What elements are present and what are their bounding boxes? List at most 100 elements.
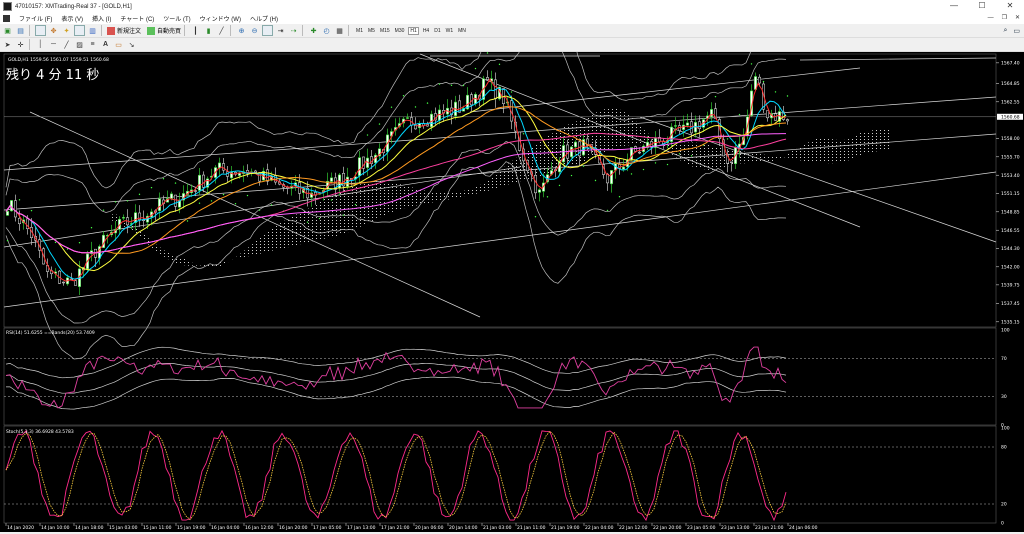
candle-body bbox=[254, 170, 258, 173]
candle-body bbox=[10, 200, 14, 212]
strategy-tester-icon[interactable]: ▥ bbox=[87, 25, 98, 36]
zoom-in-icon[interactable]: ⊕ bbox=[236, 25, 247, 36]
sar-dot bbox=[450, 84, 453, 87]
arrows-icon[interactable]: ↘ bbox=[126, 39, 137, 50]
chart-header: GOLD,H1 1559.56 1561.07 1559.51 1560.68 bbox=[8, 57, 109, 63]
timeframe-d1[interactable]: D1 bbox=[433, 28, 441, 34]
sar-dot bbox=[786, 95, 789, 97]
time-tick-label: 15 Jan 03:00 bbox=[109, 525, 138, 531]
candle-body bbox=[685, 122, 689, 126]
sar-dot bbox=[654, 162, 657, 164]
channel-icon[interactable]: ▨ bbox=[74, 39, 85, 50]
menu-window[interactable]: ウィンドウ (W) bbox=[200, 14, 241, 23]
time-tick-label: 15 Jan 19:00 bbox=[177, 525, 206, 531]
menu-view[interactable]: 表示 (V) bbox=[61, 14, 83, 23]
candle-body bbox=[757, 76, 761, 84]
candle-body bbox=[533, 175, 537, 194]
app-icon bbox=[3, 2, 12, 11]
candle-body bbox=[158, 198, 162, 211]
menu-chart[interactable]: チャート (C) bbox=[120, 14, 154, 23]
data-window-icon[interactable]: ✥ bbox=[48, 25, 59, 36]
standard-toolbar: ▣ ▤ ✥ ✦ ▥ 新規注文 自動売買 ┃ ▮ ╱ ⊕ ⊖ ⇥ ⇢ ✚ ◴ ▦ … bbox=[0, 24, 1024, 38]
menu-file[interactable]: ファイル (F) bbox=[19, 14, 52, 23]
auto-scroll-icon[interactable]: ⇢ bbox=[288, 25, 299, 36]
tile-windows-icon[interactable] bbox=[262, 25, 274, 36]
text-tool-icon[interactable]: A bbox=[100, 39, 111, 50]
horizontal-line-icon[interactable]: ─ bbox=[48, 39, 59, 50]
sar-dot bbox=[102, 209, 105, 211]
periods-icon[interactable]: ◴ bbox=[321, 25, 332, 36]
trendline-icon[interactable]: ╱ bbox=[61, 39, 72, 50]
new-chart-icon[interactable]: ▣ bbox=[2, 25, 13, 36]
vertical-line-icon[interactable]: │ bbox=[35, 39, 46, 50]
mdi-restore-button[interactable]: ❐ bbox=[1002, 13, 1007, 24]
price-tick-label: 1567.40 bbox=[1001, 60, 1020, 66]
sar-dot bbox=[426, 102, 429, 104]
fibonacci-icon[interactable]: ≡ bbox=[87, 39, 98, 50]
timeframe-h1[interactable]: H1 bbox=[408, 26, 419, 35]
timeframe-mn[interactable]: MN bbox=[457, 28, 467, 34]
new-order-icon bbox=[107, 26, 115, 35]
mdi-close-button[interactable]: ✕ bbox=[1015, 13, 1020, 24]
menu-tools[interactable]: ツール (T) bbox=[163, 14, 190, 23]
zoom-out-icon[interactable]: ⊖ bbox=[249, 25, 260, 36]
time-tick-label: 14 Jan 10:00 bbox=[41, 525, 70, 531]
rsi-header: RSI(14) 51.6255 ==Bands(20) 53.7409 bbox=[6, 330, 95, 336]
candle-body bbox=[673, 125, 677, 127]
sar-dot bbox=[462, 84, 465, 87]
menu-bar: ファイル (F) 表示 (V) 挿入 (I) チャート (C) ツール (T) … bbox=[0, 13, 1024, 24]
crosshair-icon[interactable]: ✛ bbox=[15, 39, 26, 50]
sar-dot bbox=[90, 226, 93, 229]
indicators-icon[interactable]: ✚ bbox=[308, 25, 319, 36]
mdi-minimize-button[interactable]: — bbox=[988, 13, 994, 24]
timeframe-h4[interactable]: H4 bbox=[422, 28, 430, 34]
auto-trading-button[interactable]: 自動売買 bbox=[147, 26, 181, 35]
menu-insert[interactable]: 挿入 (I) bbox=[92, 14, 111, 23]
label-tool-icon[interactable]: ▭ bbox=[113, 39, 124, 50]
chart-canvas[interactable]: 1567.40 1564.85 1562.55 1558.00 1555.70 1553.… bbox=[0, 0, 1024, 532]
templates-icon[interactable]: ▦ bbox=[334, 25, 345, 36]
candle-body bbox=[569, 146, 573, 158]
sar-dot bbox=[522, 133, 525, 135]
timeframe-m30[interactable]: M30 bbox=[394, 28, 406, 34]
profiles-icon[interactable]: ▤ bbox=[15, 25, 26, 36]
close-button[interactable]: ✕ bbox=[996, 0, 1024, 13]
candle-body bbox=[170, 193, 174, 199]
stoch-level-label: 80 bbox=[1001, 445, 1007, 451]
sar-dot bbox=[510, 91, 513, 93]
chart-window-icon[interactable] bbox=[3, 15, 10, 22]
price-tick-label: 1562.55 bbox=[1001, 99, 1020, 105]
search-icon[interactable]: ⌕ bbox=[1003, 27, 1007, 35]
market-watch-icon[interactable] bbox=[35, 25, 46, 36]
price-chart bbox=[3, 0, 997, 360]
minimize-button[interactable]: — bbox=[940, 0, 968, 13]
time-tick-label: 24 Jan 06:00 bbox=[789, 525, 818, 531]
sar-dot bbox=[138, 193, 141, 196]
chat-icon[interactable]: ▭ bbox=[1013, 27, 1020, 35]
timeframe-w1[interactable]: W1 bbox=[445, 28, 455, 34]
maximize-button[interactable]: ☐ bbox=[968, 0, 996, 13]
terminal-icon[interactable] bbox=[74, 25, 85, 36]
timeframe-m15[interactable]: M15 bbox=[379, 28, 391, 34]
menu-help[interactable]: ヘルプ (H) bbox=[250, 14, 278, 23]
toolbar-separator bbox=[230, 25, 232, 36]
navigator-icon[interactable]: ✦ bbox=[61, 25, 72, 36]
price-tick-label: 1558.00 bbox=[1001, 136, 1020, 142]
timeframe-m5[interactable]: M5 bbox=[367, 28, 376, 34]
stoch-level-label: 100 bbox=[1001, 426, 1010, 432]
candlestick-icon[interactable]: ▮ bbox=[203, 25, 214, 36]
chart-window[interactable]: 1567.40 1564.85 1562.55 1558.00 1555.70 1553.… bbox=[0, 0, 1024, 532]
new-order-button[interactable]: 新規注文 bbox=[107, 26, 141, 35]
toolbar-separator bbox=[184, 25, 186, 36]
timeframe-m1[interactable]: M1 bbox=[355, 28, 364, 34]
rsi-indicator bbox=[4, 346, 996, 410]
sar-dot bbox=[306, 221, 309, 223]
bar-chart-icon[interactable]: ┃ bbox=[190, 25, 201, 36]
time-tick-label: 22 Jan 12:00 bbox=[619, 525, 648, 531]
candle-body bbox=[17, 218, 21, 225]
chart-shift-icon[interactable]: ⇥ bbox=[275, 25, 286, 36]
candle-body bbox=[729, 161, 733, 163]
cursor-icon[interactable]: ➤ bbox=[2, 39, 13, 50]
line-chart-icon[interactable]: ╱ bbox=[216, 25, 227, 36]
mdi-controls: — ❐ ✕ bbox=[988, 13, 1020, 24]
